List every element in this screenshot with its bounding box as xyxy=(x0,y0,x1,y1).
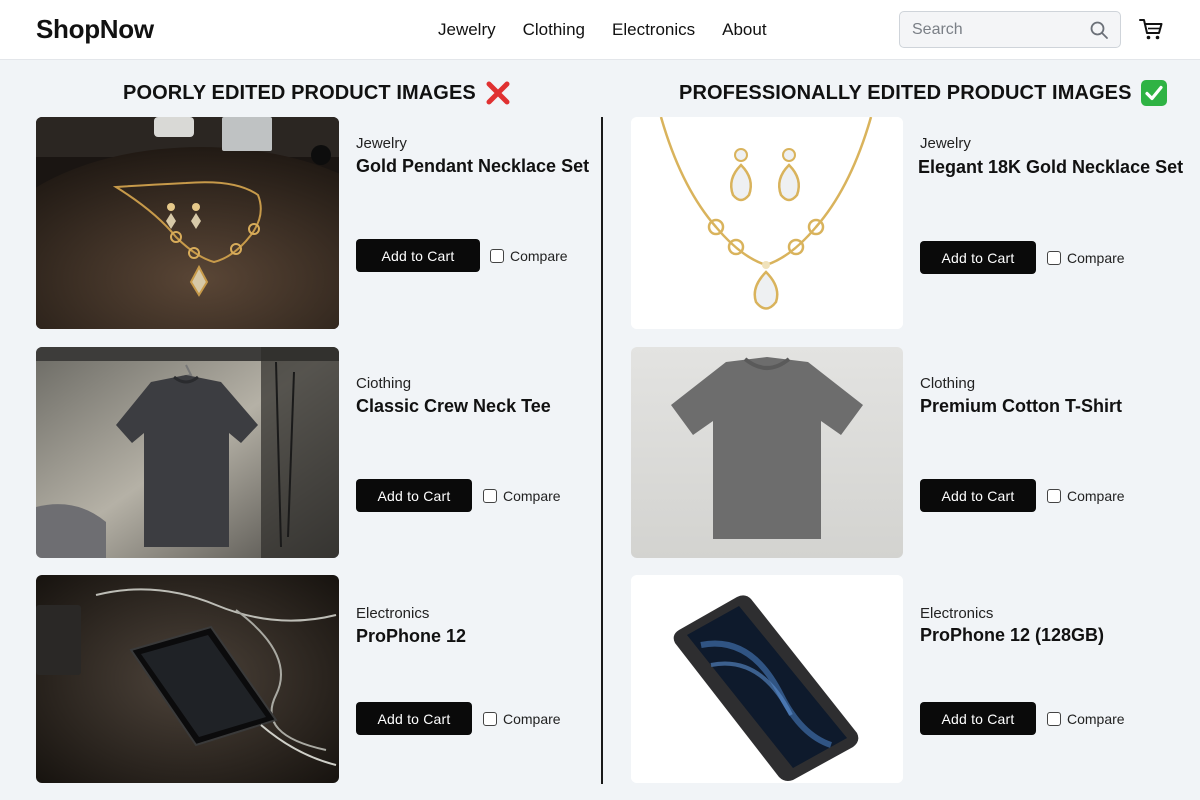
poor-images-heading-text: POORLY EDITED PRODUCT IMAGES xyxy=(123,81,476,104)
search-box xyxy=(899,11,1121,48)
nav-about[interactable]: About xyxy=(722,20,766,40)
product-name[interactable]: ProPhone 12 xyxy=(356,626,466,647)
product-name[interactable]: Premium Cotton T-Shirt xyxy=(920,396,1122,417)
checkbox-box[interactable] xyxy=(483,489,497,503)
product-category: Clothing xyxy=(920,375,976,392)
product-image-pro-phone[interactable] xyxy=(631,575,903,783)
main-nav: Jewelry Clothing Electronics About xyxy=(438,20,794,40)
top-navbar: ShopNow Jewelry Clothing Electronics Abo… xyxy=(0,0,1200,60)
red-cross-icon xyxy=(486,81,510,105)
add-to-cart-button[interactable]: Add to Cart xyxy=(920,702,1036,735)
add-to-cart-button[interactable]: Add to Cart xyxy=(920,241,1036,274)
compare-checkbox[interactable]: Compare xyxy=(483,711,561,727)
compare-checkbox[interactable]: Compare xyxy=(1047,488,1125,504)
pro-images-heading: PROFESSIONALLY EDITED PRODUCT IMAGES xyxy=(679,79,1168,107)
product-name[interactable]: Gold Pendant Necklace Set xyxy=(356,156,589,177)
compare-label: Compare xyxy=(1067,250,1125,266)
compare-checkbox[interactable]: Compare xyxy=(483,488,561,504)
product-category: Ciothing xyxy=(356,375,412,392)
nav-electronics[interactable]: Electronics xyxy=(612,20,695,40)
product-category: Jewelry xyxy=(356,135,407,152)
product-image-poor-tshirt[interactable] xyxy=(36,347,339,558)
logo[interactable]: ShopNow xyxy=(36,14,154,45)
poor-images-heading: POORLY EDITED PRODUCT IMAGES xyxy=(123,79,512,107)
compare-label: Compare xyxy=(503,711,561,727)
product-image-pro-tshirt[interactable] xyxy=(631,347,903,558)
product-category: Jewelry xyxy=(920,135,971,152)
search-icon[interactable] xyxy=(1089,20,1109,40)
compare-label: Compare xyxy=(503,488,561,504)
add-to-cart-button[interactable]: Add to Cart xyxy=(356,479,472,512)
compare-checkbox[interactable]: Compare xyxy=(1047,250,1125,266)
nav-jewelry[interactable]: Jewelry xyxy=(438,20,496,40)
nav-clothing[interactable]: Clothing xyxy=(523,20,585,40)
checkbox-box[interactable] xyxy=(490,249,504,263)
pro-images-heading-text: PROFESSIONALLY EDITED PRODUCT IMAGES xyxy=(679,81,1132,104)
product-category: Electronics xyxy=(920,605,994,622)
compare-label: Compare xyxy=(1067,488,1125,504)
product-image-poor-phone[interactable] xyxy=(36,575,339,783)
search-input[interactable] xyxy=(900,12,1080,47)
product-name[interactable]: ProPhone 12 (128GB) xyxy=(920,625,1104,646)
compare-checkbox[interactable]: Compare xyxy=(490,248,568,264)
product-name[interactable]: Elegant 18K Gold Necklace Set xyxy=(918,157,1183,178)
product-category: Electronics xyxy=(356,605,430,622)
add-to-cart-button[interactable]: Add to Cart xyxy=(356,702,472,735)
panel-divider xyxy=(601,117,603,784)
checkbox-box[interactable] xyxy=(483,712,497,726)
product-image-pro-necklace[interactable] xyxy=(631,117,903,329)
add-to-cart-button[interactable]: Add to Cart xyxy=(356,239,480,272)
checkbox-box[interactable] xyxy=(1047,251,1061,265)
compare-checkbox[interactable]: Compare xyxy=(1047,711,1125,727)
product-name[interactable]: Classic Crew Neck Tee xyxy=(356,396,551,417)
checkbox-box[interactable] xyxy=(1047,712,1061,726)
green-check-icon xyxy=(1140,80,1167,106)
compare-label: Compare xyxy=(1067,711,1125,727)
compare-label: Compare xyxy=(510,248,568,264)
checkbox-box[interactable] xyxy=(1047,489,1061,503)
cart-icon[interactable] xyxy=(1138,16,1164,42)
product-image-poor-necklace[interactable] xyxy=(36,117,339,329)
add-to-cart-button[interactable]: Add to Cart xyxy=(920,479,1036,512)
